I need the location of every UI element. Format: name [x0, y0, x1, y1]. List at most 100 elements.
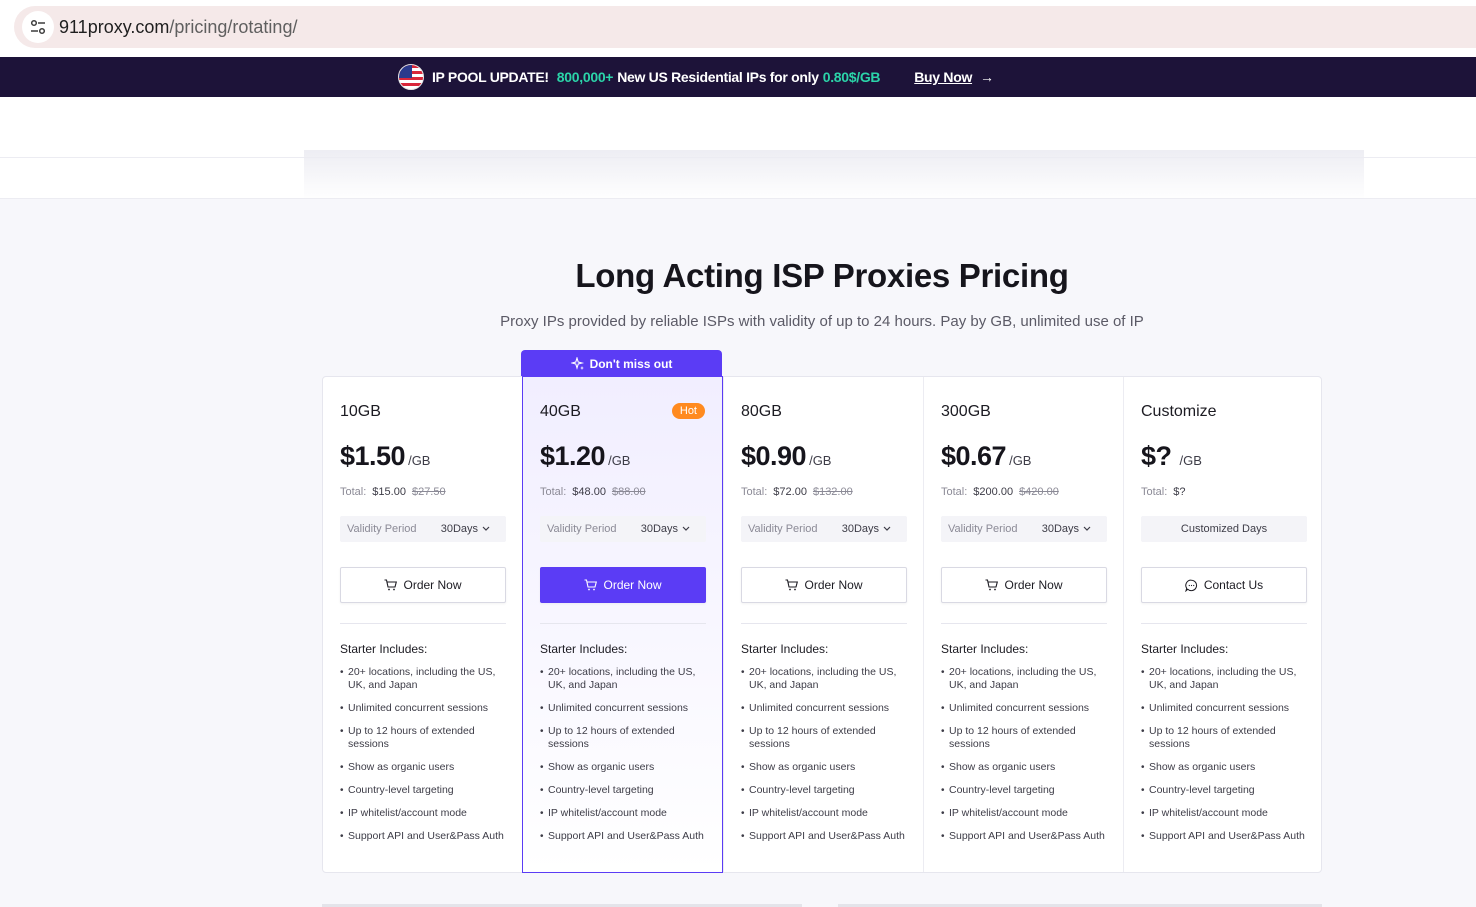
total-label: Total: — [540, 486, 567, 498]
address-bar[interactable]: 911proxy.com/pricing/rotating/ — [14, 6, 1476, 48]
plan-price: $1.20 — [540, 441, 606, 471]
feature-item: Up to 12 hours of extended sessions — [340, 725, 510, 751]
old-total: $88.00 — [611, 486, 646, 498]
feature-item: Up to 12 hours of extended sessions — [941, 725, 1111, 751]
plan-name: 300GB — [941, 403, 991, 420]
feature-item: Unlimited concurrent sessions — [1141, 702, 1311, 715]
promo-count: 800,000+ — [556, 69, 614, 85]
plan-price: $1.50 — [340, 441, 406, 471]
includes-title: Starter Includes: — [540, 642, 628, 656]
page-title: Long Acting ISP Proxies Pricing — [575, 257, 1069, 294]
feature-item: IP whitelist/account mode — [340, 807, 510, 820]
feature-item: Country-level targeting — [941, 784, 1111, 797]
feature-item: Show as organic users — [741, 761, 911, 774]
validity-custom: Customized Days — [1141, 516, 1307, 542]
price-unit: /GB — [1179, 453, 1202, 468]
total-value: $15.00 — [372, 486, 406, 498]
feature-item: Show as organic users — [941, 761, 1111, 774]
feature-item: Up to 12 hours of extended sessions — [540, 725, 710, 751]
url-path: /pricing/rotating/ — [169, 17, 298, 37]
plan-card-300gb: 300GB $0.67/GB Total: $200.00 $420.00 Vali… — [923, 377, 1123, 872]
feature-item: IP whitelist/account mode — [540, 807, 710, 820]
chat-bubble-icon — [1184, 579, 1197, 592]
button-label: Order Now — [1004, 578, 1063, 592]
feature-item: Country-level targeting — [1141, 784, 1311, 797]
cart-icon — [985, 579, 999, 591]
total-label: Total: — [1141, 486, 1168, 498]
feature-item: Unlimited concurrent sessions — [540, 702, 710, 715]
validity-select[interactable]: Validity Period 30Days — [340, 516, 506, 542]
includes-title: Starter Includes: — [1141, 642, 1229, 656]
old-total: $132.00 — [812, 486, 853, 498]
divider — [741, 623, 907, 624]
includes-title: Starter Includes: — [941, 642, 1029, 656]
order-now-button[interactable]: Order Now — [941, 567, 1107, 603]
old-total: $27.50 — [411, 486, 446, 498]
price-unit: /GB — [408, 453, 431, 468]
feature-item: Country-level targeting — [340, 784, 510, 797]
feature-item: 20+ locations, including the US, UK, and… — [1141, 666, 1311, 692]
order-now-button[interactable]: Order Now — [540, 567, 706, 603]
cart-icon — [785, 579, 799, 591]
dont-miss-out-ribbon: Don't miss out — [521, 350, 722, 377]
total-value: $? — [1173, 486, 1186, 498]
total-value: $200.00 — [973, 486, 1014, 498]
chevron-down-icon — [482, 526, 490, 531]
plan-name: 80GB — [741, 403, 782, 420]
feature-list: 20+ locations, including the US, UK, and… — [340, 666, 510, 853]
feature-item: Country-level targeting — [741, 784, 911, 797]
feature-item: Support API and User&Pass Auth — [741, 830, 911, 843]
validity-select[interactable]: Validity Period 30Days — [941, 516, 1107, 542]
contact-us-button[interactable]: Contact Us — [1141, 567, 1307, 603]
url-text[interactable]: 911proxy.com/pricing/rotating/ — [59, 17, 297, 38]
divider — [1141, 623, 1307, 624]
site-info-icon[interactable] — [22, 11, 54, 43]
hot-badge: Hot — [671, 403, 705, 419]
price-unit: /GB — [809, 453, 832, 468]
us-flag-icon — [397, 64, 424, 90]
validity-label: Validity Period — [547, 523, 617, 535]
plan-name: Customize — [1141, 403, 1217, 420]
feature-item: 20+ locations, including the US, UK, and… — [340, 666, 510, 692]
arrow-right-icon: → — [980, 69, 995, 85]
promo-text: New US Residential IPs for only — [617, 69, 819, 85]
total-label: Total: — [941, 486, 968, 498]
feature-item: 20+ locations, including the US, UK, and… — [540, 666, 710, 692]
includes-title: Starter Includes: — [340, 642, 428, 656]
sparkle-icon — [570, 356, 584, 370]
promo-banner: IP POOL UPDATE! 800,000+ New US Resident… — [0, 57, 1476, 97]
divider — [941, 623, 1107, 624]
cart-icon — [384, 579, 398, 591]
feature-item: Country-level targeting — [540, 784, 710, 797]
order-now-button[interactable]: Order Now — [340, 567, 506, 603]
validity-select[interactable]: Validity Period 30Days — [741, 516, 907, 542]
divider — [340, 623, 506, 624]
feature-item: Show as organic users — [340, 761, 510, 774]
pricing-section: Long Acting ISP Proxies Pricing Proxy IP… — [0, 199, 1476, 907]
plan-card-customize: Customize $? /GB Total: $? Customized Days… — [1123, 377, 1323, 872]
total-value: $72.00 — [773, 486, 807, 498]
total-label: Total: — [340, 486, 367, 498]
feature-list: 20+ locations, including the US, UK, and… — [540, 666, 710, 853]
pricing-cards: 10GB $1.50/GB Total: $15.00 $27.50 Validit… — [322, 376, 1322, 873]
feature-item: Support API and User&Pass Auth — [1141, 830, 1311, 843]
feature-item: Up to 12 hours of extended sessions — [741, 725, 911, 751]
validity-select[interactable]: Validity Period 30Days — [540, 516, 706, 542]
plan-card-80gb: 80GB $0.90/GB Total: $72.00 $132.00 Validi… — [723, 377, 923, 872]
feature-item: Up to 12 hours of extended sessions — [1141, 725, 1311, 751]
plan-name: 40GB — [540, 403, 581, 420]
feature-item: IP whitelist/account mode — [941, 807, 1111, 820]
chevron-down-icon — [1083, 526, 1091, 531]
feature-item: 20+ locations, including the US, UK, and… — [941, 666, 1111, 692]
order-now-button[interactable]: Order Now — [741, 567, 907, 603]
feature-item: Support API and User&Pass Auth — [340, 830, 510, 843]
validity-value: 30Days — [640, 523, 678, 535]
buy-now-link[interactable]: Buy Now — [914, 69, 972, 85]
feature-item: Unlimited concurrent sessions — [741, 702, 911, 715]
validity-value: 30Days — [841, 523, 879, 535]
plan-price: $0.90 — [741, 441, 807, 471]
validity-value: 30Days — [440, 523, 478, 535]
feature-list: 20+ locations, including the US, UK, and… — [941, 666, 1111, 853]
feature-item: Support API and User&Pass Auth — [941, 830, 1111, 843]
url-host: 911proxy.com — [59, 17, 170, 37]
